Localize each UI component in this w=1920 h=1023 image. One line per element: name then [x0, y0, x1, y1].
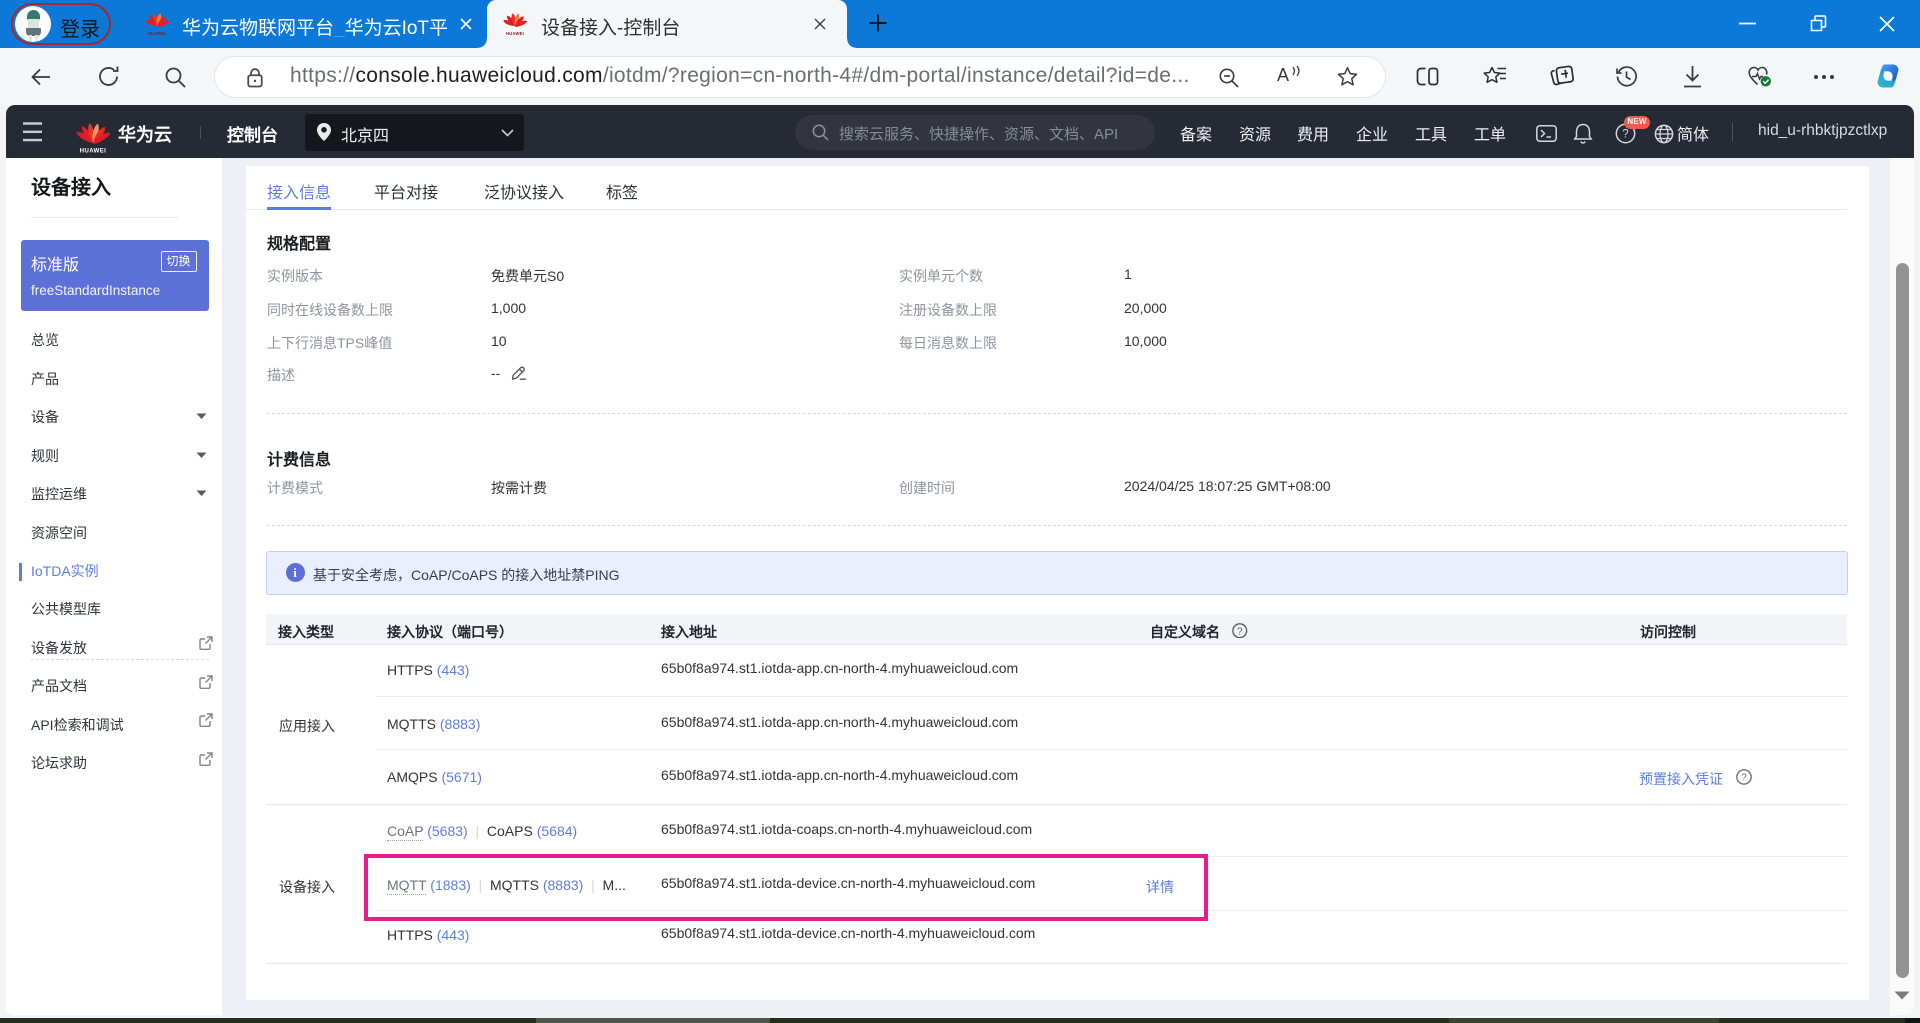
- svg-text:?: ?: [1622, 129, 1628, 141]
- svg-text:HUAWEI: HUAWEI: [148, 31, 166, 36]
- svg-text:?: ?: [1237, 626, 1243, 637]
- svg-text:HUAWEI: HUAWEI: [80, 149, 106, 154]
- svg-text:HUAWEI: HUAWEI: [506, 31, 524, 36]
- svg-text:?: ?: [1741, 773, 1747, 784]
